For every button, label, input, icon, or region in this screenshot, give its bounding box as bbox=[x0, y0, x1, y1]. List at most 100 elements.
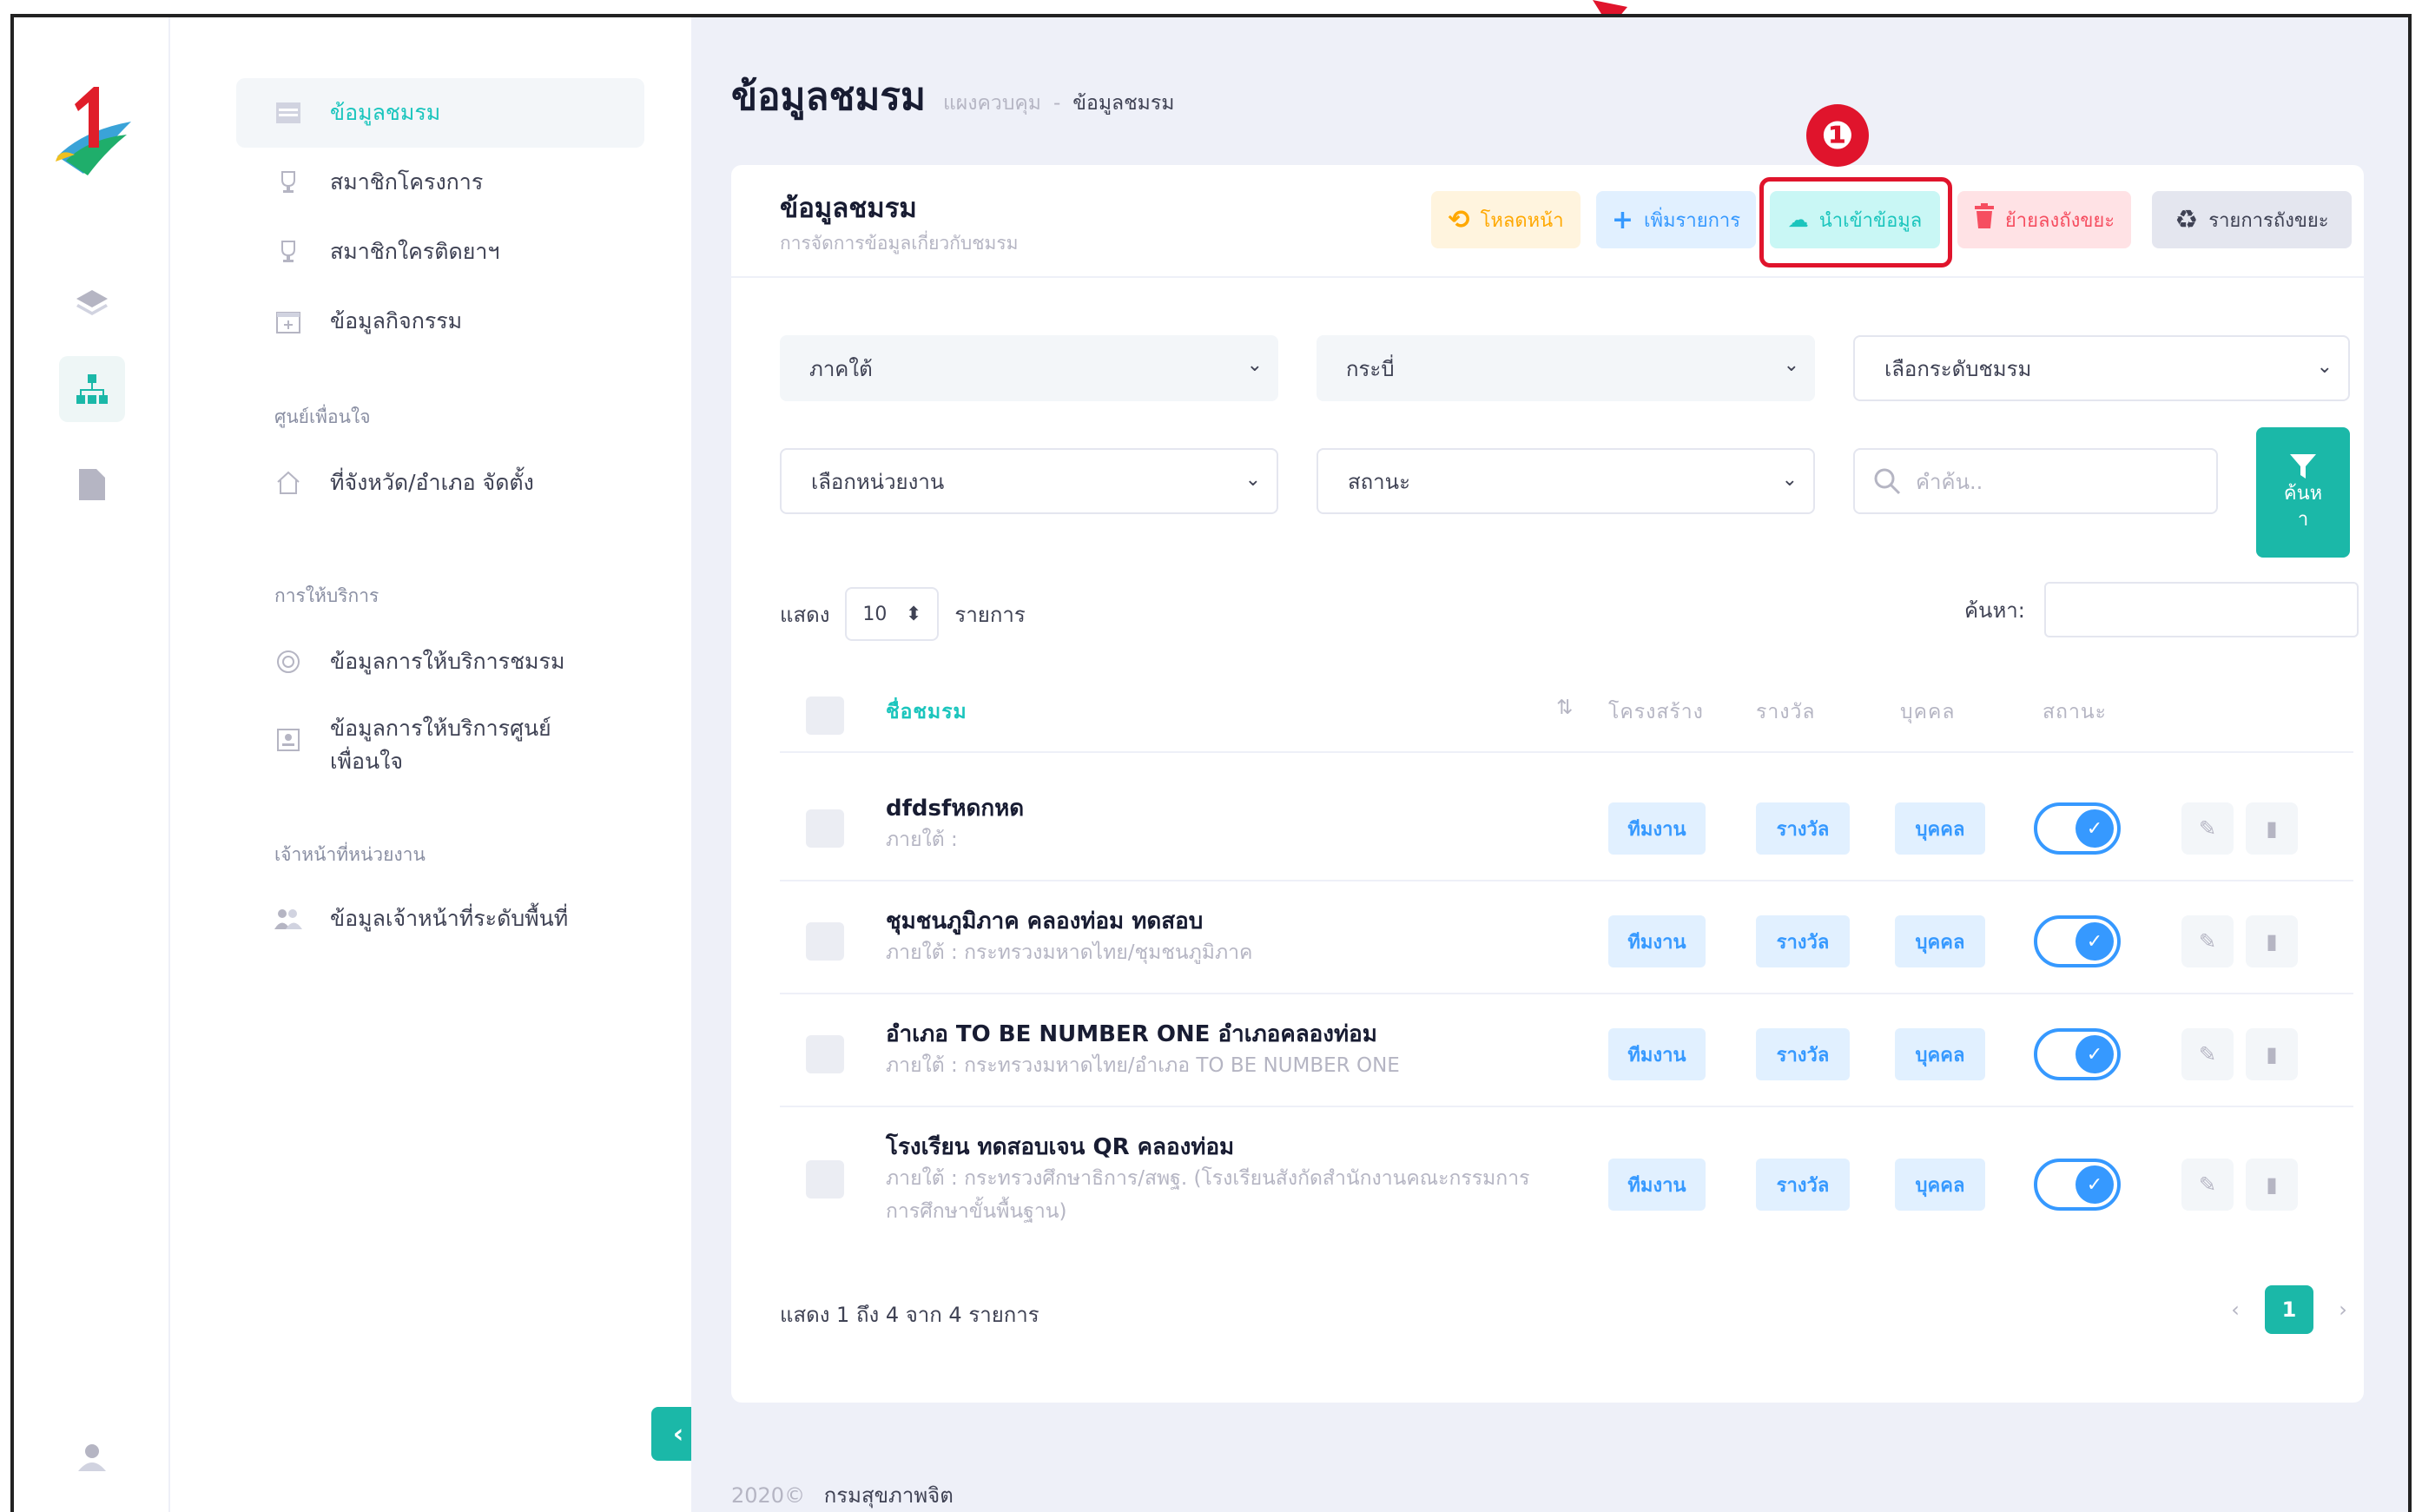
structure-button[interactable]: ทีมงาน bbox=[1608, 1159, 1706, 1211]
region-select[interactable]: ภาคใต้ ⌄ bbox=[780, 335, 1278, 401]
footer-org[interactable]: กรมสุขภาพจิต bbox=[824, 1483, 954, 1508]
next-page-button[interactable]: › bbox=[2319, 1285, 2367, 1334]
club-card: ข้อมูลชมรม การจัดการข้อมูลเกี่ยวกับชมรม … bbox=[731, 165, 2364, 1403]
chevron-down-icon: ⌄ bbox=[1246, 354, 1263, 376]
edit-button[interactable]: ✎ bbox=[2181, 802, 2234, 855]
status-toggle[interactable]: ✓ bbox=[2034, 1159, 2121, 1211]
sidebar-item-drug-members[interactable]: สมาชิกใครติดยาฯ bbox=[271, 234, 670, 269]
sidebar-item-center-setup[interactable]: ที่จังหวัด/อำเภอ จัดตั้ง bbox=[271, 465, 670, 500]
status-toggle[interactable]: ✓ bbox=[2034, 802, 2121, 855]
rail-layers[interactable] bbox=[59, 269, 125, 335]
reload-label: โหลดหน้า bbox=[1480, 209, 1564, 232]
status-toggle[interactable]: ✓ bbox=[2034, 915, 2121, 967]
row-checkbox[interactable] bbox=[806, 1160, 844, 1198]
delete-button[interactable]: ▮ bbox=[2246, 915, 2298, 967]
column-header-name[interactable]: ชื่อชมรม bbox=[886, 697, 967, 728]
status-toggle[interactable]: ✓ bbox=[2034, 1028, 2121, 1080]
footer-year: 2020© bbox=[731, 1483, 806, 1508]
add-item-button[interactable]: + เพิ่มรายการ bbox=[1596, 191, 1756, 248]
structure-button[interactable]: ทีมงาน bbox=[1608, 1028, 1706, 1080]
club-name[interactable]: โรงเรียน ทดสอบเจน QR คลองท่อม bbox=[886, 1129, 1234, 1165]
sidebar-item-project-members[interactable]: สมาชิกโครงการ bbox=[271, 165, 670, 200]
club-name[interactable]: ชุมชนภูมิภาค คลองท่อม ทดสอบ bbox=[886, 903, 1203, 939]
sidebar-item-label: ที่จังหวัด/อำเภอ จัดตั้ง bbox=[330, 470, 534, 495]
app-logo bbox=[56, 87, 131, 175]
sort-icon[interactable]: ⇅ bbox=[1556, 697, 1574, 719]
document-icon bbox=[79, 469, 105, 500]
filter-search-button[interactable]: ค้นห า bbox=[2256, 427, 2350, 558]
footer: 2020© กรมสุขภาพจิต bbox=[731, 1478, 954, 1512]
club-name[interactable]: dfdsfหดกหด bbox=[886, 790, 1024, 826]
chevron-down-icon: ⌄ bbox=[1783, 354, 1799, 376]
person-button[interactable]: บุคคล bbox=[1895, 915, 1985, 967]
icon-rail bbox=[14, 17, 170, 1512]
sidebar-item-label: ข้อมูลเจ้าหน้าที่ระดับพื้นที่ bbox=[330, 906, 569, 931]
sidebar-section-staff: เจ้าหน้าที่หน่วยงาน bbox=[274, 844, 426, 865]
chevron-down-icon: ⌄ bbox=[2316, 356, 2333, 378]
select-all-checkbox[interactable] bbox=[806, 697, 844, 735]
structure-button[interactable]: ทีมงาน bbox=[1608, 802, 1706, 855]
page-length-select[interactable]: 10 ⬍ bbox=[845, 587, 940, 641]
reload-button[interactable]: ⟲ โหลดหน้า bbox=[1431, 191, 1581, 248]
edit-button[interactable]: ✎ bbox=[2181, 1159, 2234, 1211]
award-button[interactable]: รางวัล bbox=[1756, 1028, 1850, 1080]
search-icon bbox=[1874, 468, 1901, 495]
row-checkbox[interactable] bbox=[806, 1035, 844, 1073]
row-checkbox[interactable] bbox=[806, 922, 844, 961]
rail-sitemap[interactable] bbox=[59, 356, 125, 422]
sidebar-item-center-service[interactable]: ข้อมูลการให้บริการศูนย์ เพื่อนใจ bbox=[271, 712, 670, 778]
filter-search-label: ค้นห า bbox=[2283, 483, 2323, 531]
trash-list-button[interactable]: ♻ รายการถังขยะ bbox=[2152, 191, 2352, 248]
search-placeholder: คำค้น.. bbox=[1916, 469, 1983, 494]
rail-user[interactable] bbox=[59, 1424, 125, 1490]
rail-document[interactable] bbox=[59, 452, 125, 518]
award-button[interactable]: รางวัล bbox=[1756, 915, 1850, 967]
person-button[interactable]: บุคคล bbox=[1895, 1159, 1985, 1211]
club-name[interactable]: อำเภอ TO BE NUMBER ONE อำเภอคลองท่อม bbox=[886, 1016, 1377, 1052]
breadcrumb-current: ข้อมูลชมรม bbox=[1072, 92, 1175, 115]
sitemap-icon bbox=[76, 374, 108, 404]
delete-button[interactable]: ▮ bbox=[2246, 1159, 2298, 1211]
pencil-icon: ✎ bbox=[2198, 816, 2217, 841]
keyword-search-input[interactable]: คำค้น.. bbox=[1853, 448, 2218, 514]
person-button[interactable]: บุคคล bbox=[1895, 1028, 1985, 1080]
sidebar-item-label: ข้อมูลการให้บริการศูนย์ เพื่อนใจ bbox=[330, 716, 551, 774]
sidebar-item-staff[interactable]: ข้อมูลเจ้าหน้าที่ระดับพื้นที่ bbox=[271, 901, 670, 936]
home-icon bbox=[271, 465, 306, 500]
layers-icon bbox=[76, 290, 108, 315]
check-icon: ✓ bbox=[2076, 809, 2114, 848]
delete-button[interactable]: ▮ bbox=[2246, 1028, 2298, 1080]
breadcrumb-home[interactable]: แผงควบคุม bbox=[943, 88, 1041, 119]
structure-button[interactable]: ทีมงาน bbox=[1608, 915, 1706, 967]
status-select[interactable]: สถานะ ⌄ bbox=[1317, 448, 1815, 514]
province-select[interactable]: กระบี่ ⌄ bbox=[1317, 335, 1815, 401]
person-button[interactable]: บุคคล bbox=[1895, 802, 1985, 855]
check-icon: ✓ bbox=[2076, 1035, 2114, 1073]
sidebar: ข้อมูลชมรม สมาชิกโครงการ สมาชิกใครติดยาฯ… bbox=[170, 17, 691, 1512]
province-value: กระบี่ bbox=[1346, 356, 1395, 381]
unit-select[interactable]: เลือกหน่วยงาน ⌄ bbox=[780, 448, 1278, 514]
edit-button[interactable]: ✎ bbox=[2181, 1028, 2234, 1080]
move-to-trash-button[interactable]: ย้ายลงถังขยะ bbox=[1957, 191, 2131, 248]
table-find-control: ค้นหา: bbox=[1964, 582, 2359, 637]
card-subtitle: การจัดการข้อมูลเกี่ยวกับชมรม bbox=[780, 233, 1019, 254]
sidebar-item-club-data[interactable]: ข้อมูลชมรม bbox=[236, 78, 644, 148]
recycle-icon: ♻ bbox=[2175, 204, 2199, 235]
prev-page-button[interactable]: ‹ bbox=[2211, 1285, 2260, 1334]
sidebar-item-activities[interactable]: ข้อมูลกิจกรรม bbox=[271, 304, 670, 339]
page-1-button[interactable]: 1 bbox=[2265, 1285, 2313, 1334]
pencil-icon: ✎ bbox=[2198, 1042, 2217, 1066]
club-parent: ภายใต้ : กระทรวงมหาดไทย/อำเภอ TO BE NUMB… bbox=[886, 1054, 1400, 1077]
column-header-person: บุคคล bbox=[1900, 701, 1956, 723]
award-button[interactable]: รางวัล bbox=[1756, 802, 1850, 855]
delete-button[interactable]: ▮ bbox=[2246, 802, 2298, 855]
sidebar-section-service: การให้บริการ bbox=[274, 585, 379, 606]
award-button[interactable]: รางวัล bbox=[1756, 1159, 1850, 1211]
table-find-input[interactable] bbox=[2043, 582, 2359, 637]
sidebar-item-label: สมาชิกโครงการ bbox=[330, 169, 484, 195]
sidebar-item-club-service[interactable]: ข้อมูลการให้บริการชมรม bbox=[271, 644, 670, 679]
trash-icon: ▮ bbox=[2266, 929, 2278, 954]
club-level-select[interactable]: เลือกระดับชมรม ⌄ bbox=[1853, 335, 2350, 401]
row-checkbox[interactable] bbox=[806, 809, 844, 848]
edit-button[interactable]: ✎ bbox=[2181, 915, 2234, 967]
